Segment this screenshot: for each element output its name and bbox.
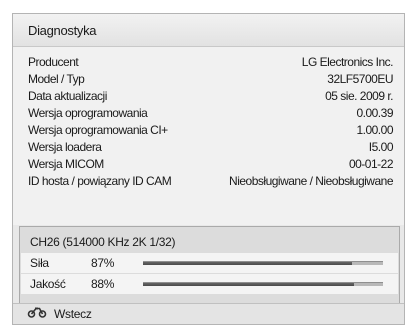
signal-strength-row: Siła 87%	[21, 253, 398, 273]
info-value: 0.00.39	[356, 106, 393, 120]
return-arrow-icon	[27, 305, 47, 323]
info-row-host-cam-id: ID hosta / powiązany ID CAM Nieobsługiwa…	[28, 174, 393, 190]
panel-header: Diagnostyka	[13, 14, 404, 47]
signal-section: CH26 (514000 KHz 2K 1/32) Siła 87% Jakoś…	[19, 226, 400, 315]
info-label: Data aktualizacji	[28, 89, 107, 103]
panel-title: Diagnostyka	[28, 23, 97, 38]
info-value: 05 sie. 2009 r.	[325, 89, 393, 103]
info-label: Wersja oprogramowania	[28, 106, 148, 120]
info-label: ID hosta / powiązany ID CAM	[28, 174, 172, 188]
info-row-model: Model / Typ 32LF5700EU	[28, 72, 393, 88]
signal-strength-bar	[143, 261, 383, 265]
signal-strength-percent: 87%	[91, 256, 115, 270]
back-button[interactable]: Wstecz	[27, 307, 92, 321]
info-row-loader-version: Wersja loadera I5.00	[28, 140, 394, 156]
info-value: 00-01-22	[348, 157, 394, 171]
info-value: 1.00.00	[356, 123, 393, 137]
info-value: 32LF5700EU	[327, 72, 393, 86]
signal-strength-fill	[143, 262, 352, 265]
diagnostics-panel: Diagnostyka Producent LG Electronics Inc…	[12, 13, 405, 325]
footer-bar: Wstecz	[13, 303, 404, 324]
signal-quality-row: Jakość 88%	[21, 274, 398, 294]
back-label: Wstecz	[54, 307, 92, 321]
info-label: Wersja oprogramowania CI+	[28, 123, 168, 137]
info-value: LG Electronics Inc.	[301, 55, 394, 69]
info-value: I5.00	[368, 140, 394, 154]
info-label: Wersja loadera	[28, 140, 102, 154]
info-row-ci-software-version: Wersja oprogramowania CI+ 1.00.00	[28, 123, 393, 139]
info-label: Wersja MICOM	[28, 157, 104, 171]
info-list: Producent LG Electronics Inc. Model / Ty…	[13, 47, 404, 225]
channel-info: CH26 (514000 KHz 2K 1/32)	[30, 235, 176, 249]
info-row-producer: Producent LG Electronics Inc.	[28, 55, 394, 71]
info-row-software-version: Wersja oprogramowania 0.00.39	[28, 106, 393, 122]
info-row-update-date: Data aktualizacji 05 sie. 2009 r.	[28, 89, 393, 105]
info-label: Model / Typ	[28, 72, 85, 86]
signal-quality-percent: 88%	[91, 277, 115, 291]
signal-quality-label: Jakość	[30, 277, 66, 291]
info-label: Producent	[28, 55, 79, 69]
signal-quality-bar	[143, 282, 383, 286]
signal-quality-fill	[143, 283, 355, 286]
info-value: Nieobsługiwane / Nieobsługiwane	[229, 174, 393, 188]
info-row-micom-version: Wersja MICOM 00-01-22	[28, 157, 394, 173]
signal-strength-label: Siła	[30, 256, 49, 270]
